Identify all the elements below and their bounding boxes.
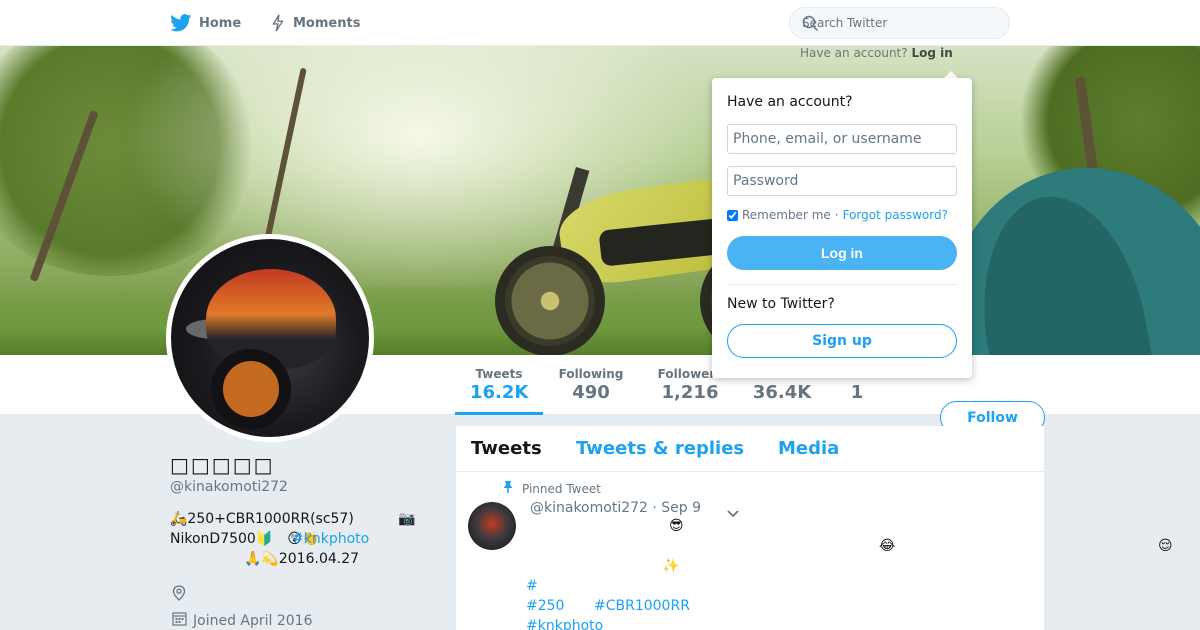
password-field[interactable] <box>727 166 957 196</box>
bio-line-1: 🛵250+CBR1000RR(sc57) <box>170 511 354 527</box>
stat-value: 36.4K <box>752 382 812 403</box>
tab-tweets-replies[interactable]: Tweets & replies <box>576 438 744 459</box>
tweet-emoji: 😎 <box>669 518 684 534</box>
joined-date: Joined April 2016 <box>172 611 313 630</box>
bio-camera-emoji: 📷 <box>398 511 416 527</box>
tweet-hashtag[interactable]: #CBR1000RR <box>594 598 690 614</box>
profile-name: □□□□□ <box>170 453 275 477</box>
login-link[interactable]: Log in <box>911 46 952 60</box>
banner-bike-front-wheel <box>495 246 605 355</box>
stat-tweets[interactable]: Tweets 16.2K <box>470 367 528 403</box>
pin-icon <box>502 480 514 497</box>
new-to-twitter-label: New to Twitter? <box>727 296 835 312</box>
avatar-motorcycle-wheel <box>211 349 291 429</box>
stat-value: 1,216 <box>661 382 719 403</box>
tweet-hashtag[interactable]: # <box>526 578 538 594</box>
pinned-tweet-label: Pinned Tweet <box>502 480 601 497</box>
top-nav: Home Moments Search Twitter <box>0 0 1200 46</box>
calendar-icon <box>172 611 187 630</box>
remember-row: Remember me · Forgot password? <box>727 208 948 222</box>
nav-moments-label: Moments <box>293 15 361 31</box>
login-title: Have an account? <box>727 94 853 110</box>
pinned-label-text: Pinned Tweet <box>522 481 601 496</box>
tweet-emoji: 😂 <box>879 538 896 554</box>
bird-icon <box>170 14 192 32</box>
bio-line-3: 🙏💫2016.04.27 <box>244 551 360 567</box>
login-trigger[interactable]: Have an account? Log in <box>800 46 953 60</box>
stat-value: 1 <box>850 382 864 403</box>
nav-moments[interactable]: Moments <box>270 0 360 46</box>
nav-home[interactable]: Home <box>170 0 241 46</box>
forgot-password-link[interactable]: Forgot password? <box>843 208 948 222</box>
lightning-icon <box>270 14 286 32</box>
joined-label: Joined April 2016 <box>193 612 313 629</box>
remember-label[interactable]: Remember me <box>742 208 831 222</box>
search-input[interactable]: Search Twitter <box>789 7 1010 39</box>
remember-separator: · <box>834 208 839 222</box>
bio-hashtag-link[interactable]: #knkphoto <box>292 529 369 549</box>
tweet-hashtag[interactable]: #knkphoto <box>526 618 603 630</box>
nav-home-label: Home <box>199 15 242 31</box>
login-dropdown: Have an account? Remember me · Forgot pa… <box>712 78 972 378</box>
tweet-hashtag[interactable]: #250 <box>526 598 564 614</box>
active-stat-underline <box>455 412 543 415</box>
signup-button[interactable]: Sign up <box>727 324 957 358</box>
avatar[interactable] <box>166 234 374 442</box>
tab-tweets[interactable]: Tweets <box>471 438 542 459</box>
tweet-emoji: ✨ <box>662 558 680 574</box>
stat-value: 490 <box>572 382 610 403</box>
stat-label: Tweets <box>475 367 523 381</box>
remember-checkbox[interactable] <box>727 209 738 221</box>
chevron-down-icon[interactable] <box>726 504 740 523</box>
stat-value: 16.2K <box>470 382 529 403</box>
tweet-date[interactable]: · Sep 9 <box>652 500 701 516</box>
tab-media[interactable]: Media <box>778 438 839 459</box>
timeline-tabs: Tweets Tweets & replies Media <box>456 426 1044 472</box>
username-field[interactable] <box>727 124 957 154</box>
timeline: Tweets Tweets & replies Media Pinned Twe… <box>456 426 1044 630</box>
search-icon[interactable] <box>802 15 999 35</box>
tweet-handle[interactable]: @kinakomoti272 <box>530 500 648 516</box>
tweet-avatar[interactable] <box>468 502 516 550</box>
stat-following[interactable]: Following 490 <box>556 367 626 403</box>
location-icon <box>172 585 186 605</box>
login-button[interactable]: Log in <box>727 236 957 270</box>
tweet-emoji: 😌 <box>1158 538 1173 554</box>
stat-label: Following <box>558 367 624 381</box>
login-prompt-text: Have an account? <box>800 46 908 60</box>
dropdown-divider <box>727 284 957 285</box>
tweet-header: @kinakomoti272 · Sep 9 <box>530 500 701 516</box>
profile-handle: @kinakomoti272 <box>170 479 288 495</box>
